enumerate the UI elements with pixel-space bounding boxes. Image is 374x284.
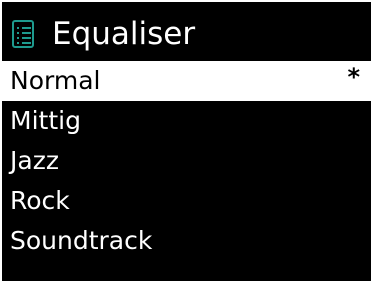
equaliser-options-list: Normal * Mittig Jazz Rock Soundtrack [2, 61, 371, 261]
menu-list-icon-line [22, 32, 31, 34]
menu-list-icon-dot [17, 37, 19, 39]
menu-list-icon-dot [17, 42, 19, 44]
menu-list-icon-dot [17, 32, 19, 34]
menu-list-icon-line [22, 27, 31, 29]
option-rock[interactable]: Rock [2, 181, 371, 221]
option-label: Rock [10, 186, 70, 215]
option-label: Jazz [10, 146, 59, 175]
option-label: Mittig [10, 106, 81, 135]
header: Equaliser [2, 2, 371, 60]
page-title: Equaliser [52, 16, 196, 52]
option-label: Normal [10, 66, 101, 95]
option-normal[interactable]: Normal * [2, 61, 371, 101]
option-jazz[interactable]: Jazz [2, 141, 371, 181]
menu-list-icon-dot [17, 27, 19, 29]
option-soundtrack[interactable]: Soundtrack [2, 221, 371, 261]
menu-list-icon-line [22, 42, 31, 44]
option-label: Soundtrack [10, 226, 153, 255]
menu-list-icon-line [22, 37, 31, 39]
option-mittig[interactable]: Mittig [2, 101, 371, 141]
menu-list-icon [12, 20, 34, 48]
selected-marker: * [347, 63, 360, 91]
radio-display: Equaliser Normal * Mittig Jazz Rock Soun… [2, 2, 371, 281]
